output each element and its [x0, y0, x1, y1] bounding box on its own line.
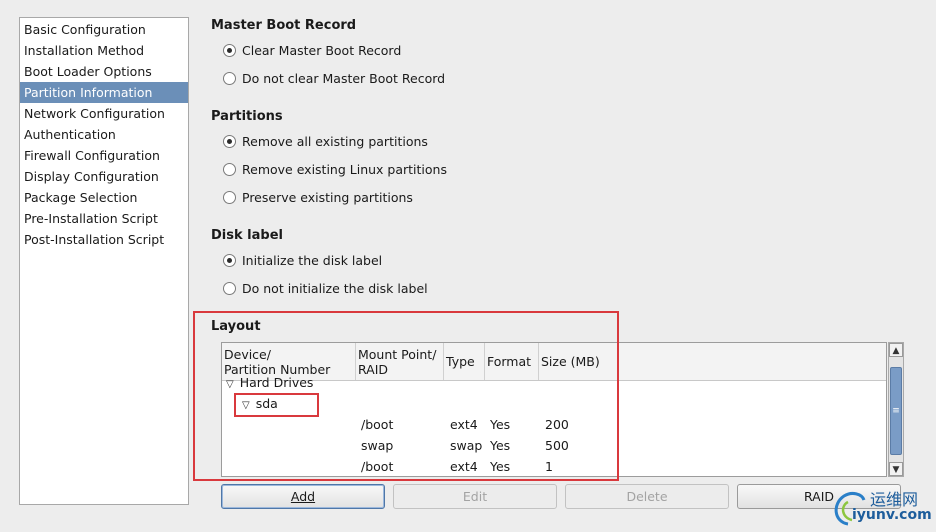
- watermark-line2: iyunv.com: [852, 507, 932, 523]
- sda-highlight-box: [234, 393, 319, 417]
- partition-information-panel: Master Boot Record Clear Master Boot Rec…: [193, 0, 936, 532]
- sidebar-item-partition-information[interactable]: Partition Information: [20, 82, 188, 103]
- sidebar-item-installation-method[interactable]: Installation Method: [20, 40, 188, 61]
- sidebar-item-authentication[interactable]: Authentication: [20, 124, 188, 145]
- radio-label: Preserve existing partitions: [242, 189, 413, 205]
- radio-label: Remove existing Linux partitions: [242, 161, 447, 177]
- radio-do-not-initialize-disk-label[interactable]: Do not initialize the disk label: [223, 278, 428, 298]
- radio-indicator[interactable]: [223, 281, 236, 295]
- scroll-up-icon[interactable]: ▲: [889, 343, 903, 357]
- radio-label: Initialize the disk label: [242, 252, 383, 268]
- watermark-logo: 运维网 iyunv.com: [826, 484, 932, 528]
- sidebar-item-network-configuration[interactable]: Network Configuration: [20, 103, 188, 124]
- sidebar-item-post-installation-script[interactable]: Post-Installation Script: [20, 229, 188, 250]
- radio-indicator[interactable]: [223, 190, 236, 204]
- radio-do-not-clear-mbr[interactable]: Do not clear Master Boot Record: [223, 68, 445, 88]
- radio-label: Clear Master Boot Record: [242, 42, 402, 58]
- sidebar-item-display-configuration[interactable]: Display Configuration: [20, 166, 188, 187]
- scroll-thumb[interactable]: ≡: [890, 367, 902, 455]
- sidebar-item-package-selection[interactable]: Package Selection: [20, 187, 188, 208]
- radio-clear-mbr[interactable]: Clear Master Boot Record: [223, 40, 401, 60]
- radio-indicator[interactable]: [223, 162, 236, 176]
- sidebar-item-boot-loader-options[interactable]: Boot Loader Options: [20, 61, 188, 82]
- radio-indicator[interactable]: [223, 43, 236, 57]
- edit-button[interactable]: Edit: [393, 484, 557, 509]
- radio-preserve-partitions[interactable]: Preserve existing partitions: [223, 187, 413, 207]
- radio-indicator[interactable]: [223, 253, 236, 267]
- radio-remove-all-partitions[interactable]: Remove all existing partitions: [223, 131, 428, 151]
- sidebar-item-pre-installation-script[interactable]: Pre-Installation Script: [20, 208, 188, 229]
- add-button[interactable]: Add: [221, 484, 385, 509]
- partitions-title: Partitions: [211, 109, 283, 124]
- sidebar-item-firewall-configuration[interactable]: Firewall Configuration: [20, 145, 188, 166]
- radio-remove-linux-partitions[interactable]: Remove existing Linux partitions: [223, 159, 447, 179]
- mbr-title: Master Boot Record: [211, 18, 357, 33]
- radio-label: Remove all existing partitions: [242, 133, 428, 149]
- sidebar-item-basic-configuration[interactable]: Basic Configuration: [20, 19, 188, 40]
- radio-label: Do not initialize the disk label: [242, 280, 428, 296]
- radio-initialize-disk-label[interactable]: Initialize the disk label: [223, 250, 382, 270]
- tree-scrollbar[interactable]: ▲ ≡ ▼: [888, 342, 904, 477]
- section-list: Basic Configuration Installation Method …: [19, 17, 189, 505]
- radio-indicator[interactable]: [223, 134, 236, 148]
- radio-indicator[interactable]: [223, 71, 236, 85]
- disk-label-title: Disk label: [211, 228, 283, 243]
- delete-button[interactable]: Delete: [565, 484, 729, 509]
- scroll-down-icon[interactable]: ▼: [889, 462, 903, 476]
- radio-label: Do not clear Master Boot Record: [242, 70, 446, 86]
